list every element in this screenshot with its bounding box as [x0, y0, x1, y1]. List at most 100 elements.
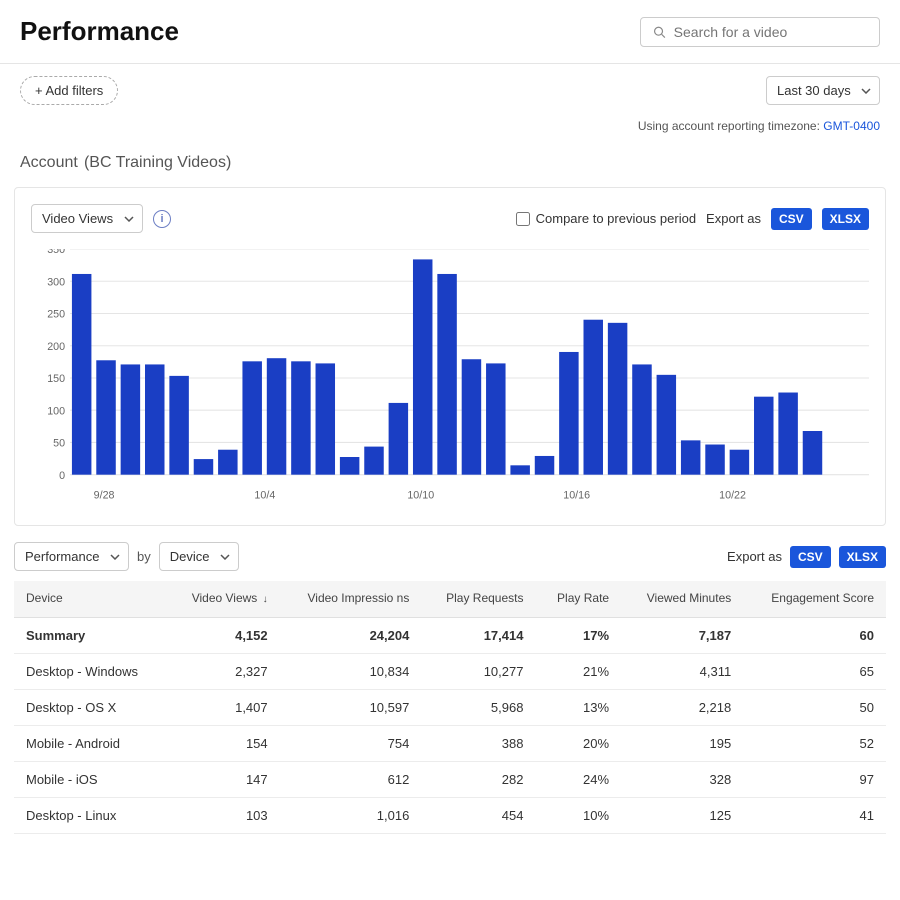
- table-row: Desktop - OS X 1,407 10,597 5,968 13% 2,…: [14, 689, 886, 725]
- row-video-impressions: 612: [280, 761, 422, 797]
- svg-text:10/22: 10/22: [719, 489, 746, 501]
- col-video-views[interactable]: Video Views ↓: [167, 581, 280, 617]
- row-video-impressions: 754: [280, 725, 422, 761]
- svg-text:350: 350: [47, 249, 65, 256]
- svg-text:250: 250: [47, 308, 65, 320]
- row-play-requests: 5,968: [421, 689, 535, 725]
- table-row: Desktop - Linux 103 1,016 454 10% 125 41: [14, 797, 886, 833]
- row-video-impressions: 10,834: [280, 653, 422, 689]
- table-row: Mobile - Android 154 754 388 20% 195 52: [14, 725, 886, 761]
- row-device: Desktop - Linux: [14, 797, 167, 833]
- col-engagement-score: Engagement Score: [743, 581, 886, 617]
- row-engagement-score: 50: [743, 689, 886, 725]
- row-engagement-score: 41: [743, 797, 886, 833]
- svg-text:50: 50: [53, 437, 65, 449]
- chart-toolbar-right: Compare to previous period Export as CSV…: [516, 208, 869, 230]
- compare-checkbox-label[interactable]: Compare to previous period: [516, 211, 696, 226]
- perf-toolbar-left: Performance by Device: [14, 542, 239, 571]
- row-play-rate: 24%: [535, 761, 621, 797]
- chart-toolbar-left: Video Views i: [31, 204, 171, 233]
- row-viewed-minutes: 4,311: [621, 653, 743, 689]
- summary-row: Summary 4,152 24,204 17,414 17% 7,187 60: [14, 617, 886, 653]
- row-viewed-minutes: 2,218: [621, 689, 743, 725]
- perf-csv-button[interactable]: CSV: [790, 546, 831, 568]
- row-video-views: 1,407: [167, 689, 280, 725]
- perf-xlsx-button[interactable]: XLSX: [839, 546, 886, 568]
- svg-text:200: 200: [47, 341, 65, 353]
- row-device: Desktop - Windows: [14, 653, 167, 689]
- row-play-rate: 13%: [535, 689, 621, 725]
- add-filters-button[interactable]: + Add filters: [20, 76, 118, 105]
- timezone-bar: Using account reporting timezone: GMT-04…: [0, 117, 900, 143]
- summary-device: Summary: [14, 617, 167, 653]
- row-device: Mobile - Android: [14, 725, 167, 761]
- row-play-rate: 10%: [535, 797, 621, 833]
- account-section: Account (BC Training Videos): [0, 143, 900, 187]
- export-label: Export as: [706, 211, 761, 226]
- svg-text:150: 150: [47, 373, 65, 385]
- summary-engagement-score: 60: [743, 617, 886, 653]
- summary-play-rate: 17%: [535, 617, 621, 653]
- row-device: Mobile - iOS: [14, 761, 167, 797]
- col-video-impressions: Video Impressio ns: [280, 581, 422, 617]
- row-video-impressions: 10,597: [280, 689, 422, 725]
- row-play-requests: 388: [421, 725, 535, 761]
- page-header: Performance: [0, 0, 900, 64]
- row-viewed-minutes: 195: [621, 725, 743, 761]
- col-play-requests: Play Requests: [421, 581, 535, 617]
- chart-toolbar: Video Views i Compare to previous period…: [31, 204, 869, 233]
- row-video-views: 154: [167, 725, 280, 761]
- row-viewed-minutes: 125: [621, 797, 743, 833]
- svg-text:10/10: 10/10: [407, 489, 434, 501]
- row-video-views: 103: [167, 797, 280, 833]
- group-by-select[interactable]: Device: [159, 542, 239, 571]
- chart-xlsx-button[interactable]: XLSX: [822, 208, 869, 230]
- svg-text:10/16: 10/16: [563, 489, 590, 501]
- row-viewed-minutes: 328: [621, 761, 743, 797]
- timezone-link[interactable]: GMT-0400: [823, 119, 880, 133]
- performance-select[interactable]: Performance: [14, 542, 129, 571]
- filters-toolbar: + Add filters Last 30 days: [0, 64, 900, 117]
- bar-chart: 350 300 250 200 150 100 50 0: [31, 249, 869, 509]
- row-play-rate: 21%: [535, 653, 621, 689]
- svg-text:300: 300: [47, 276, 65, 288]
- row-video-impressions: 1,016: [280, 797, 422, 833]
- chart-csv-button[interactable]: CSV: [771, 208, 812, 230]
- table-row: Desktop - Windows 2,327 10,834 10,277 21…: [14, 653, 886, 689]
- summary-video-views: 4,152: [167, 617, 280, 653]
- col-viewed-minutes: Viewed Minutes: [621, 581, 743, 617]
- chart-container: Video Views i Compare to previous period…: [14, 187, 886, 526]
- table-row: Mobile - iOS 147 612 282 24% 328 97: [14, 761, 886, 797]
- perf-toolbar-right: Export as CSV XLSX: [727, 546, 886, 568]
- svg-text:10/4: 10/4: [254, 489, 275, 501]
- date-range-select[interactable]: Last 30 days: [766, 76, 880, 105]
- summary-viewed-minutes: 7,187: [621, 617, 743, 653]
- page-title: Performance: [20, 16, 179, 47]
- performance-table: Device Video Views ↓ Video Impressio ns …: [14, 581, 886, 834]
- svg-text:100: 100: [47, 405, 65, 417]
- row-engagement-score: 65: [743, 653, 886, 689]
- perf-export-label: Export as: [727, 549, 782, 564]
- info-icon[interactable]: i: [153, 210, 171, 228]
- row-video-views: 2,327: [167, 653, 280, 689]
- search-box[interactable]: [640, 17, 880, 47]
- compare-checkbox[interactable]: [516, 212, 530, 226]
- row-video-views: 147: [167, 761, 280, 797]
- col-play-rate: Play Rate: [535, 581, 621, 617]
- search-input[interactable]: [674, 24, 867, 40]
- svg-text:9/28: 9/28: [94, 489, 115, 501]
- svg-text:0: 0: [59, 470, 65, 482]
- col-device: Device: [14, 581, 167, 617]
- row-play-requests: 282: [421, 761, 535, 797]
- row-engagement-score: 97: [743, 761, 886, 797]
- row-engagement-score: 52: [743, 725, 886, 761]
- row-play-rate: 20%: [535, 725, 621, 761]
- row-play-requests: 454: [421, 797, 535, 833]
- search-icon: [653, 25, 666, 39]
- performance-section: Performance by Device Export as CSV XLSX…: [14, 542, 886, 834]
- chart-area: 350 300 250 200 150 100 50 0: [31, 249, 869, 509]
- by-label: by: [137, 549, 151, 564]
- metric-select[interactable]: Video Views: [31, 204, 143, 233]
- account-title: Account (BC Training Videos): [20, 147, 231, 172]
- timezone-label: Using account reporting timezone:: [638, 119, 820, 133]
